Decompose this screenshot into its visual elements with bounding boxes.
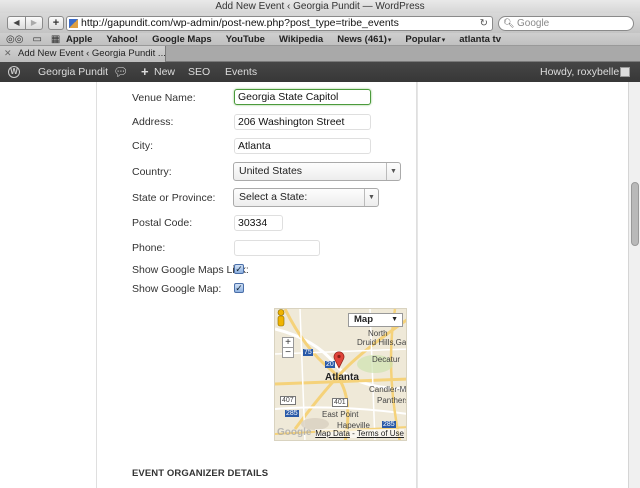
- bookmark-popular[interactable]: Popular: [405, 33, 445, 47]
- tab-bar: ✕ Add New Event ‹ Georgia Pundit ...: [0, 46, 640, 62]
- wordpress-logo-icon[interactable]: W: [8, 66, 20, 78]
- google-map[interactable]: + − Map ▼ North Druid Hills,Ga Decatur A…: [274, 308, 407, 441]
- events-menu[interactable]: Events: [225, 62, 257, 82]
- user-greeting[interactable]: Howdy, roxybelle: [540, 62, 619, 82]
- bookmarks-book-icon[interactable]: ▭: [32, 33, 41, 46]
- venue-name-label: Venue Name:: [132, 92, 196, 104]
- postal-code-label: Postal Code:: [132, 217, 193, 229]
- phone-input[interactable]: [234, 240, 320, 256]
- avatar[interactable]: [620, 67, 630, 77]
- chevron-down-icon: ▼: [386, 163, 400, 180]
- reload-icon[interactable]: ↻: [480, 17, 488, 30]
- map-type-select[interactable]: Map ▼: [348, 313, 403, 327]
- back-button[interactable]: ◀: [8, 17, 25, 29]
- show-map-checkbox[interactable]: ✓: [234, 283, 244, 293]
- street-view-pegman-icon[interactable]: [275, 309, 287, 327]
- state-selected-value: Select a State:: [239, 191, 308, 203]
- event-organizer-heading: EVENT ORGANIZER DETAILS: [132, 468, 269, 479]
- country-select[interactable]: United States ▼: [233, 162, 401, 181]
- bookmark-yahoo[interactable]: Yahoo!: [106, 33, 138, 47]
- map-label-panthers: Panthers: [377, 396, 407, 405]
- address-input[interactable]: 206 Washington Street: [234, 114, 371, 130]
- map-label-north: North: [368, 329, 388, 338]
- interstate-shield-icon: 285: [285, 410, 299, 417]
- venue-name-input[interactable]: Georgia State Capitol: [234, 89, 371, 105]
- show-maps-link-checkbox[interactable]: ✓: [234, 264, 244, 274]
- site-favicon-icon: [69, 19, 78, 28]
- plus-icon[interactable]: +: [141, 62, 149, 82]
- interstate-shield-icon: 75: [303, 349, 313, 356]
- bookmark-wikipedia[interactable]: Wikipedia: [279, 33, 323, 47]
- tab-close-icon[interactable]: ✕: [4, 46, 12, 61]
- forward-button[interactable]: ▶: [24, 17, 42, 29]
- route-shield-icon: 407: [280, 396, 296, 405]
- page-scrollbar[interactable]: [628, 82, 640, 488]
- wp-admin-bar: W Georgia Pundit 💬︎ + New SEO Events How…: [0, 62, 640, 82]
- address-label: Address:: [132, 116, 174, 128]
- country-label: Country:: [132, 166, 172, 178]
- bookmark-news[interactable]: News (461): [337, 33, 391, 47]
- address-bar[interactable]: http://gapundit.com/wp-admin/post-new.ph…: [66, 16, 493, 31]
- state-label: State or Province:: [132, 192, 216, 204]
- search-placeholder: Google: [517, 18, 550, 29]
- map-data-link[interactable]: Map Data: [315, 429, 350, 438]
- postal-code-input[interactable]: 30334: [234, 215, 283, 231]
- google-logo: Google: [277, 427, 312, 438]
- seo-menu[interactable]: SEO: [188, 62, 210, 82]
- bookmark-apple[interactable]: Apple: [66, 33, 92, 47]
- map-label-decatur: Decatur: [372, 355, 401, 364]
- chevron-down-icon: ▼: [391, 316, 398, 323]
- tab-label: Add New Event ‹ Georgia Pundit ...: [18, 48, 166, 59]
- new-content-link[interactable]: New: [154, 62, 175, 82]
- city-label: City:: [132, 140, 153, 152]
- bookmark-atlanta-tv[interactable]: atlanta tv: [459, 33, 501, 47]
- country-selected-value: United States: [239, 165, 303, 177]
- zoom-out-button[interactable]: −: [282, 347, 294, 358]
- search-field[interactable]: 🔍︎ Google: [498, 16, 634, 31]
- bookmarks-bar: ◎◎ ▭ ▦ Apple Yahoo! Google Maps YouTube …: [0, 33, 640, 46]
- scrollbar-thumb[interactable]: [631, 182, 639, 246]
- site-name-link[interactable]: Georgia Pundit: [38, 62, 108, 82]
- window-title: Add New Event ‹ Georgia Pundit — WordPre…: [0, 0, 640, 13]
- page-content: Venue Name: Georgia State Capitol Addres…: [0, 82, 628, 488]
- tab-add-new-event[interactable]: ✕ Add New Event ‹ Georgia Pundit ...: [0, 46, 166, 62]
- sidebar-divider: [417, 82, 418, 488]
- city-input[interactable]: Atlanta: [234, 138, 371, 154]
- bookmark-google-maps[interactable]: Google Maps: [152, 33, 212, 47]
- phone-label: Phone:: [132, 242, 166, 254]
- map-marker-icon[interactable]: [333, 351, 345, 369]
- comments-bubble-icon[interactable]: 💬︎: [113, 62, 128, 82]
- search-icon: 🔍︎: [503, 18, 515, 28]
- map-attribution: Map Data - Terms of Use: [315, 429, 404, 438]
- top-sites-grid-icon[interactable]: ▦: [51, 33, 60, 46]
- show-maps-link-label: Show Google Maps Link:: [132, 264, 249, 276]
- map-label-druid-hills: Druid Hills,Ga: [357, 338, 407, 347]
- state-select[interactable]: Select a State: ▼: [233, 188, 379, 207]
- add-bookmark-button[interactable]: +: [48, 16, 64, 30]
- browser-toolbar: ◀ ▶ + http://gapundit.com/wp-admin/post-…: [0, 13, 640, 33]
- map-label-candler: Candler-Mc: [369, 385, 407, 394]
- map-type-value: Map: [354, 314, 373, 325]
- chevron-down-icon: ▼: [364, 189, 378, 206]
- interstate-shield-icon: 285: [382, 421, 396, 428]
- terms-of-use-link[interactable]: Terms of Use: [357, 429, 404, 438]
- reading-glasses-icon[interactable]: ◎◎: [6, 33, 23, 46]
- route-shield-icon: 401: [332, 398, 348, 407]
- bookmark-youtube[interactable]: YouTube: [226, 33, 265, 47]
- map-attribution-separator: -: [349, 429, 357, 438]
- url-text[interactable]: http://gapundit.com/wp-admin/post-new.ph…: [81, 17, 399, 30]
- map-city-label: Atlanta: [325, 372, 359, 383]
- map-label-east-point: East Point: [322, 410, 359, 419]
- show-map-label: Show Google Map:: [132, 283, 222, 295]
- nav-buttons: ◀ ▶: [7, 16, 43, 30]
